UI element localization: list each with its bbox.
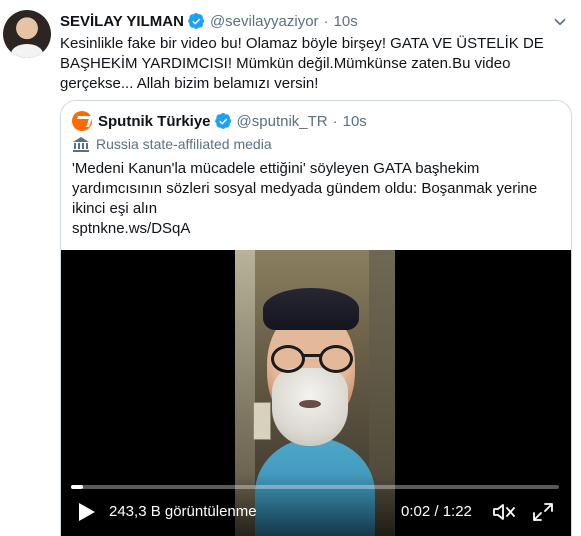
view-count: 243,3 B görüntülenme (109, 503, 257, 520)
video-player[interactable]: 243,3 B görüntülenme 0:02 / 1:22 (61, 250, 571, 536)
video-controls: 243,3 B görüntülenme 0:02 / 1:22 (61, 473, 571, 536)
quoted-tweet-header: Sputnik Türkiye @sputnik_TR · 10s (72, 111, 563, 131)
quoted-text-line: 'Medeni Kanun'la mücadele ettiğini' söyl… (72, 160, 480, 177)
tweet-header: SEVİLAY YILMAN @sevilayyaziyor · 10s (60, 11, 571, 31)
tweet-text: Kesinlikle fake bir video bu! Olamaz böy… (60, 35, 548, 92)
video-person-glasses (271, 345, 305, 373)
author-name[interactable]: SEVİLAY YILMAN (60, 13, 184, 30)
quoted-tweet-text: 'Medeni Kanun'la mücadele ettiğini' söyl… (72, 159, 552, 239)
state-media-icon (73, 137, 89, 152)
progress-fill (71, 485, 84, 489)
quoted-text-line: yardımcısının sözleri sosyal medyada gün… (72, 180, 538, 197)
video-person-mouth (299, 400, 321, 408)
video-person-cap (263, 288, 359, 330)
play-icon[interactable] (78, 502, 96, 522)
verified-badge-icon (214, 112, 231, 129)
video-person-glasses (319, 345, 353, 373)
separator-dot: · (323, 12, 329, 30)
quoted-link[interactable]: sptnkne.ws/DSqA (72, 219, 552, 239)
video-time: 0:02 / 1:22 (401, 503, 472, 520)
author-avatar[interactable] (3, 10, 51, 58)
quoted-text-line: ikinci eşi alın (72, 200, 158, 217)
quoted-timestamp[interactable]: 10s (343, 113, 367, 130)
state-media-label[interactable]: Russia state-affiliated media (72, 134, 272, 154)
fullscreen-icon[interactable] (532, 502, 554, 522)
quoted-author-name[interactable]: Sputnik Türkiye (98, 113, 211, 130)
sputnik-logo-icon[interactable] (72, 111, 92, 131)
quoted-author-handle[interactable]: @sputnik_TR (237, 113, 328, 130)
chevron-down-icon[interactable] (551, 13, 569, 31)
tweet-timestamp[interactable]: 10s (334, 13, 358, 30)
verified-badge-icon (188, 12, 205, 29)
affiliation-text: Russia state-affiliated media (96, 136, 272, 152)
muted-volume-icon[interactable] (492, 502, 516, 522)
author-handle[interactable]: @sevilayyaziyor (210, 13, 319, 30)
video-background-sign (253, 402, 271, 440)
progress-bar[interactable] (71, 485, 559, 489)
separator-dot: · (332, 112, 338, 130)
video-person-glasses (302, 354, 320, 357)
quoted-tweet[interactable]: Sputnik Türkiye @sputnik_TR · 10s Russia… (60, 100, 572, 536)
